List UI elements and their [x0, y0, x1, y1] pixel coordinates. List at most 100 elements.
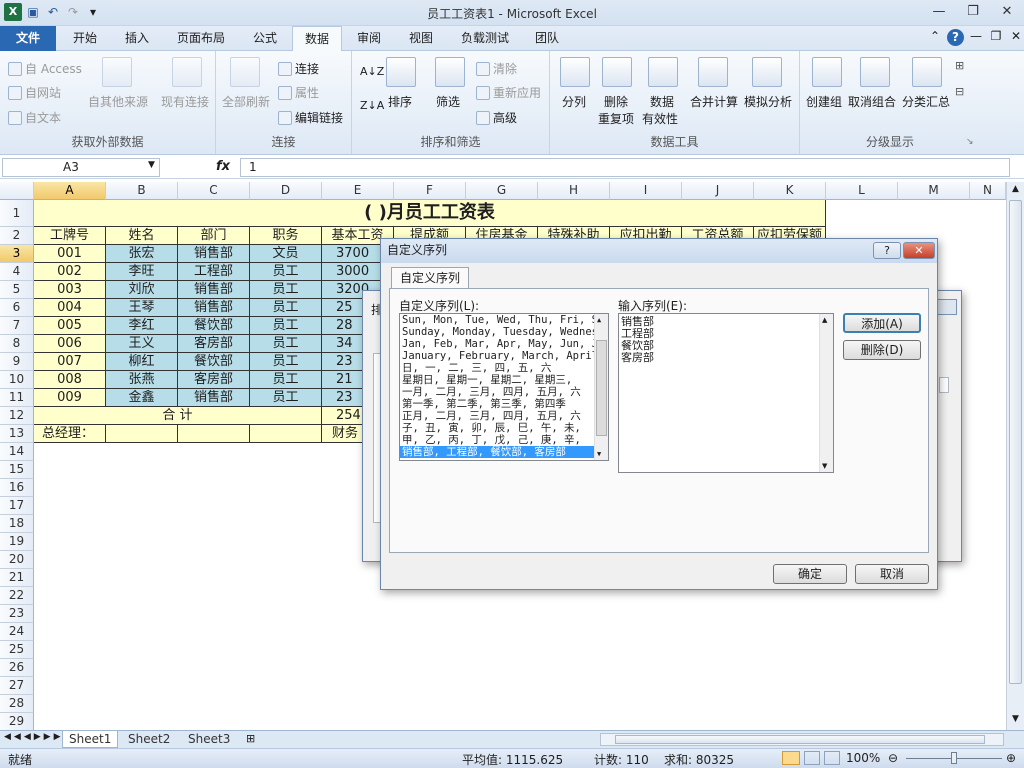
input-entries-textbox[interactable]: 销售部 工程部 餐饮部 客房部 ▲ ▼: [618, 313, 834, 473]
table-cell[interactable]: 3000: [322, 263, 382, 281]
row-header[interactable]: 25: [0, 641, 34, 659]
column-header[interactable]: M: [898, 182, 970, 200]
other-sources-button[interactable]: 自其他来源: [88, 93, 148, 110]
table-cell[interactable]: 员工: [250, 317, 322, 335]
sort-descending-icon[interactable]: Z↓A: [360, 99, 384, 112]
remove-duplicates-label-1[interactable]: 删除: [604, 93, 628, 110]
row-header[interactable]: 19: [0, 533, 34, 551]
sheet-tab[interactable]: Sheet1: [62, 731, 119, 748]
properties-button[interactable]: 属性: [278, 84, 319, 101]
list-item[interactable]: January, February, March, April,: [400, 350, 608, 362]
row-header[interactable]: 17: [0, 497, 34, 515]
table-cell[interactable]: 001: [34, 245, 106, 263]
table-cell[interactable]: 餐饮部: [178, 317, 250, 335]
column-header[interactable]: H: [538, 182, 610, 200]
total-label[interactable]: 合 计: [34, 407, 322, 425]
custom-lists-listbox[interactable]: Sun, Mon, Tue, Wed, Thu, Fri, S Sunday, M…: [399, 313, 609, 461]
ok-button[interactable]: 确定: [773, 564, 847, 584]
blank-cell[interactable]: [250, 425, 322, 443]
row-header[interactable]: 15: [0, 461, 34, 479]
table-cell[interactable]: 003: [34, 281, 106, 299]
blank-cell[interactable]: [178, 425, 250, 443]
list-item[interactable]: 销售部, 工程部, 餐饮部, 客房部: [400, 446, 608, 458]
from-text-button[interactable]: 自文本: [8, 109, 61, 126]
tab-data[interactable]: 数据: [292, 26, 342, 52]
column-header[interactable]: B: [106, 182, 178, 200]
from-access-button[interactable]: 自 Access: [8, 60, 82, 77]
name-box[interactable]: A3: [2, 158, 160, 177]
tab-team[interactable]: 团队: [522, 26, 572, 51]
table-cell[interactable]: 张宏: [106, 245, 178, 263]
dialog-launcher-icon[interactable]: ↘: [966, 137, 974, 147]
table-cell[interactable]: 李红: [106, 317, 178, 335]
table-cell[interactable]: 销售部: [178, 299, 250, 317]
zoom-slider-thumb[interactable]: [951, 752, 957, 764]
dialog-close-icon[interactable]: ✕: [903, 242, 935, 259]
page-break-view-icon[interactable]: [824, 751, 840, 765]
row-header[interactable]: 16: [0, 479, 34, 497]
cancel-button[interactable]: 取消: [855, 564, 929, 584]
table-cell[interactable]: 张燕: [106, 371, 178, 389]
close-icon[interactable]: ✕: [990, 0, 1024, 24]
row-header[interactable]: 8: [0, 335, 34, 353]
list-item[interactable]: Jan, Feb, Mar, Apr, May, Jun, J: [400, 338, 608, 350]
scroll-up-icon[interactable]: ▲: [597, 316, 601, 324]
tab-insert[interactable]: 插入: [112, 26, 162, 51]
row-header[interactable]: 6: [0, 299, 34, 317]
row-header[interactable]: 21: [0, 569, 34, 587]
sort-dialog-field[interactable]: [939, 377, 949, 393]
select-all-corner[interactable]: [0, 182, 34, 200]
workbook-restore-icon[interactable]: ❐: [988, 29, 1004, 46]
table-cell[interactable]: 员工: [250, 299, 322, 317]
page-layout-view-icon[interactable]: [804, 751, 820, 765]
tab-page-layout[interactable]: 页面布局: [164, 26, 238, 51]
from-web-button[interactable]: 自网站: [8, 84, 61, 101]
column-header[interactable]: L: [826, 182, 898, 200]
row-header[interactable]: 22: [0, 587, 34, 605]
ungroup-button[interactable]: 取消组合: [848, 93, 896, 110]
table-cell[interactable]: 3700: [322, 245, 382, 263]
table-cell[interactable]: 员工: [250, 389, 322, 407]
table-cell[interactable]: 柳红: [106, 353, 178, 371]
table-cell[interactable]: 004: [34, 299, 106, 317]
row-header[interactable]: 28: [0, 695, 34, 713]
tab-custom-lists[interactable]: 自定义序列: [391, 267, 469, 289]
table-cell[interactable]: 客房部: [178, 371, 250, 389]
reapply-button[interactable]: 重新应用: [476, 84, 541, 101]
remove-duplicates-label-2[interactable]: 重复项: [598, 110, 634, 127]
row-header[interactable]: 18: [0, 515, 34, 533]
manager-label[interactable]: 总经理：: [34, 425, 106, 443]
table-cell[interactable]: 工程部: [178, 263, 250, 281]
column-header[interactable]: K: [754, 182, 826, 200]
insert-function-icon[interactable]: fx: [216, 159, 230, 174]
connections-button[interactable]: 连接: [278, 60, 319, 77]
row-header[interactable]: 13: [0, 425, 34, 443]
table-cell[interactable]: 王琴: [106, 299, 178, 317]
zoom-out-icon[interactable]: ⊖: [888, 751, 898, 765]
table-cell[interactable]: 金鑫: [106, 389, 178, 407]
row-header[interactable]: 2: [0, 227, 34, 245]
sort-button[interactable]: 排序: [388, 93, 412, 110]
row-header[interactable]: 7: [0, 317, 34, 335]
scroll-down-icon[interactable]: ▼: [597, 450, 601, 458]
filter-button[interactable]: 筛选: [436, 93, 460, 110]
row-header[interactable]: 12: [0, 407, 34, 425]
normal-view-icon[interactable]: [782, 751, 800, 765]
row-header[interactable]: 24: [0, 623, 34, 641]
restore-icon[interactable]: ❐: [956, 0, 990, 24]
manager-cell[interactable]: [106, 425, 178, 443]
sheet-nav-icon[interactable]: ◀◀◀▶▶▶: [4, 732, 64, 742]
hide-detail-icon[interactable]: ⊟: [955, 85, 964, 98]
scroll-up-icon[interactable]: ▲: [822, 316, 827, 324]
table-cell[interactable]: 销售部: [178, 281, 250, 299]
row-header[interactable]: 5: [0, 281, 34, 299]
row-header[interactable]: 14: [0, 443, 34, 461]
column-header[interactable]: N: [970, 182, 1006, 200]
table-cell[interactable]: 销售部: [178, 389, 250, 407]
tab-review[interactable]: 审阅: [344, 26, 394, 51]
sheet-tab[interactable]: Sheet2: [122, 731, 176, 748]
header-cell[interactable]: 部门: [178, 227, 250, 245]
sheet-tab[interactable]: Sheet3: [182, 731, 236, 748]
column-header[interactable]: F: [394, 182, 466, 200]
row-header[interactable]: 11: [0, 389, 34, 407]
